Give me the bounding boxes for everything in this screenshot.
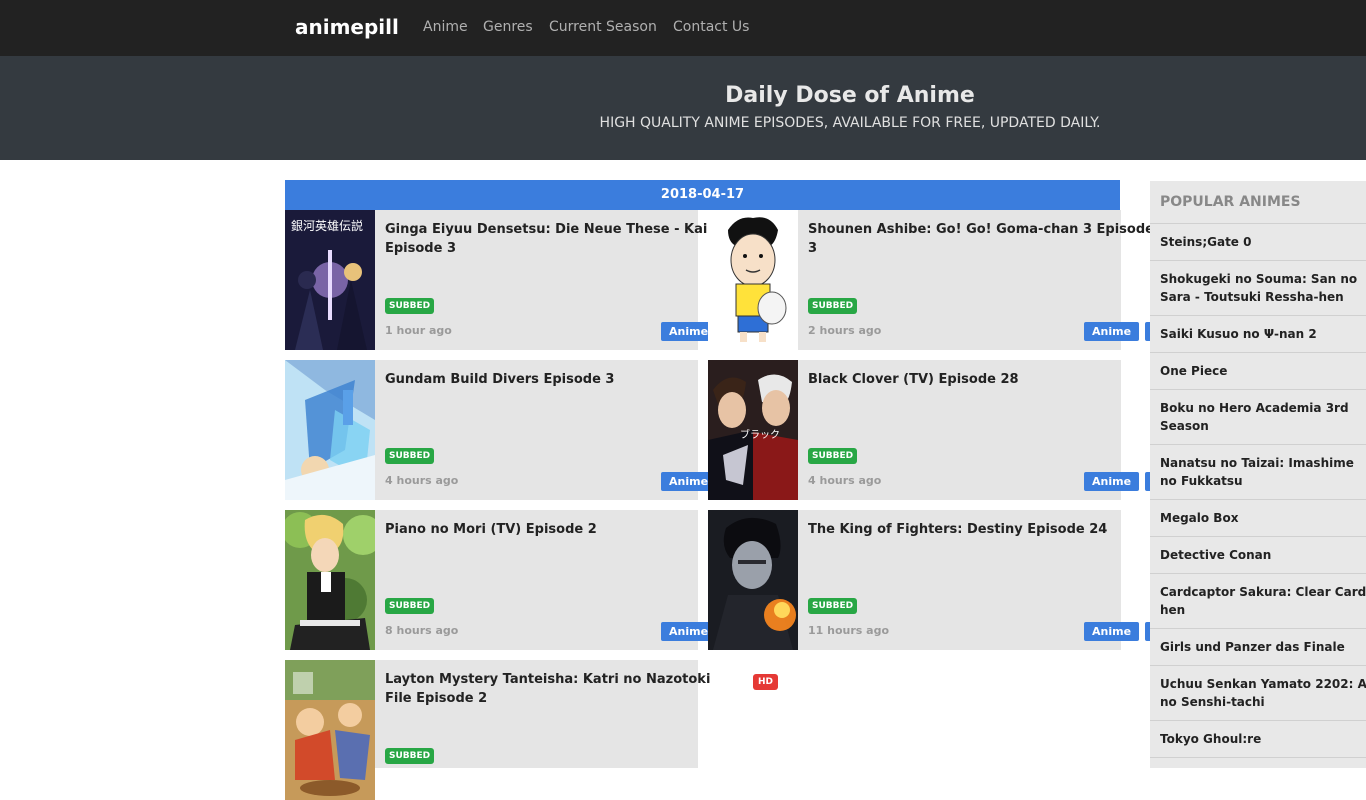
- sidebar-item-shokugeki[interactable]: Shokugeki no Souma: San no Sara - Toutsu…: [1150, 261, 1366, 316]
- sidebar-item-label[interactable]: Tokyo Ghoul:re: [1160, 732, 1261, 746]
- episode-card[interactable]: Shounen Ashibe: Go! Go! Goma-chan 3 Epis…: [708, 210, 1154, 350]
- episode-card[interactable]: Gundam Build Divers Episode 3 SUBBED 4 h…: [285, 360, 716, 500]
- episode-card[interactable]: 銀河英雄伝説 Ginga Eiyuu Densetsu: Die Neue Th…: [285, 210, 734, 350]
- nav-link-contact-us[interactable]: Contact Us: [673, 19, 749, 35]
- popular-animes-sidebar: POPULAR ANIMES Steins;Gate 0 Shokugeki n…: [1150, 181, 1366, 768]
- date-header: 2018-04-17: [285, 180, 1120, 210]
- subbed-badge: SUBBED: [385, 448, 435, 464]
- episode-title[interactable]: Piano no Mori (TV) Episode 2: [385, 520, 735, 539]
- sidebar-item-tokyo-ghoul[interactable]: Tokyo Ghoul:re: [1150, 721, 1366, 758]
- subbed-badge: SUBBED: [808, 598, 858, 614]
- sidebar-item-uchuu-senkan-yamato[interactable]: Uchuu Senkan Yamato 2202: Ai no Senshi-t…: [1150, 666, 1366, 721]
- sidebar-item-label[interactable]: Uchuu Senkan Yamato 2202: Ai no Senshi-t…: [1160, 675, 1366, 711]
- anime-tag-button[interactable]: Anime: [1084, 322, 1139, 341]
- episode-card[interactable]: The King of Fighters: Destiny Episode 24…: [708, 510, 1153, 650]
- sidebar-item-label[interactable]: Detective Conan: [1160, 548, 1271, 562]
- sidebar-item-label[interactable]: Cardcaptor Sakura: Clear Card-hen: [1160, 583, 1366, 619]
- sidebar-item-steins-gate-0[interactable]: Steins;Gate 0: [1150, 224, 1366, 261]
- sidebar-item-nanatsu-no-taizai[interactable]: Nanatsu no Taizai: Imashime no Fukkatsu: [1150, 445, 1366, 500]
- sidebar-item-saiki-kusuo[interactable]: Saiki Kusuo no Ψ-nan 2: [1150, 316, 1366, 353]
- sidebar-item-one-piece[interactable]: One Piece: [1150, 353, 1366, 390]
- episode-time: 4 hours ago: [385, 474, 459, 487]
- sidebar-item-cardcaptor-sakura[interactable]: Cardcaptor Sakura: Clear Card-hen: [1150, 574, 1366, 629]
- hero-subtitle: HIGH QUALITY ANIME EPISODES, AVAILABLE F…: [599, 115, 1101, 131]
- sidebar-heading: POPULAR ANIMES: [1150, 181, 1366, 224]
- hero-banner: Daily Dose of Anime HIGH QUALITY ANIME E…: [0, 56, 1366, 160]
- hero-title: Daily Dose of Anime: [725, 83, 975, 108]
- sidebar-item-girls-und-panzer[interactable]: Girls und Panzer das Finale: [1150, 629, 1366, 666]
- episode-time: 8 hours ago: [385, 624, 459, 637]
- episode-title[interactable]: Ginga Eiyuu Densetsu: Die Neue These - K…: [385, 220, 735, 258]
- episode-card[interactable]: Piano no Mori (TV) Episode 2 SUBBED 8 ho…: [285, 510, 716, 650]
- svg-text:銀河英雄伝説: 銀河英雄伝説: [291, 218, 363, 233]
- sidebar-item-label[interactable]: Girls und Panzer das Finale: [1160, 640, 1345, 654]
- thumbnail-image[interactable]: [708, 510, 798, 650]
- episode-title[interactable]: Layton Mystery Tanteisha: Katri no Nazot…: [385, 670, 735, 708]
- navbar: animepill Anime Genres Current Season Co…: [0, 0, 1366, 56]
- episode-title[interactable]: The King of Fighters: Destiny Episode 24: [808, 520, 1158, 539]
- episode-time: 11 hours ago: [808, 624, 890, 637]
- nav-link-current-season[interactable]: Current Season: [549, 19, 657, 35]
- hd-badge: HD: [753, 674, 779, 690]
- thumbnail-image[interactable]: ブラック: [708, 360, 798, 500]
- anime-tag-button[interactable]: Anime: [1084, 622, 1139, 641]
- thumbnail-image[interactable]: [285, 510, 375, 650]
- sidebar-item-boku-no-hero[interactable]: Boku no Hero Academia 3rd Season: [1150, 390, 1366, 445]
- thumbnail-image[interactable]: [285, 360, 375, 500]
- subbed-badge: SUBBED: [808, 298, 858, 314]
- thumbnail-image[interactable]: [285, 660, 375, 800]
- sidebar-item-label[interactable]: Steins;Gate 0: [1160, 235, 1251, 249]
- sidebar-item-label[interactable]: Shokugeki no Souma: San no Sara - Toutsu…: [1160, 270, 1366, 306]
- episode-time: 1 hour ago: [385, 324, 452, 337]
- episode-card[interactable]: Layton Mystery Tanteisha: Katri no Nazot…: [285, 660, 710, 800]
- thumbnail-image[interactable]: [708, 210, 798, 350]
- svg-text:ブラック: ブラック: [740, 428, 780, 441]
- brand-logo[interactable]: animepill: [295, 15, 399, 39]
- subbed-badge: SUBBED: [808, 448, 858, 464]
- episode-title[interactable]: Shounen Ashibe: Go! Go! Goma-chan 3 Epis…: [808, 220, 1158, 258]
- episode-title[interactable]: Gundam Build Divers Episode 3: [385, 370, 735, 389]
- sidebar-item-label[interactable]: One Piece: [1160, 364, 1227, 378]
- episode-card[interactable]: ブラック Black Clover (TV) Episode 28 SUBBED…: [708, 360, 1153, 500]
- subbed-badge: SUBBED: [385, 748, 435, 764]
- sidebar-item-megalo-box[interactable]: Megalo Box: [1150, 500, 1366, 537]
- subbed-badge: SUBBED: [385, 598, 435, 614]
- sidebar-item-detective-conan[interactable]: Detective Conan: [1150, 537, 1366, 574]
- episode-time: 4 hours ago: [808, 474, 882, 487]
- episode-time: 2 hours ago: [808, 324, 882, 337]
- episode-title[interactable]: Black Clover (TV) Episode 28: [808, 370, 1158, 389]
- subbed-badge: SUBBED: [385, 298, 435, 314]
- nav-link-anime[interactable]: Anime: [423, 19, 468, 35]
- sidebar-item-label[interactable]: Megalo Box: [1160, 511, 1238, 525]
- sidebar-item-label[interactable]: Saiki Kusuo no Ψ-nan 2: [1160, 327, 1317, 341]
- anime-tag-button[interactable]: Anime: [1084, 472, 1139, 491]
- thumbnail-image[interactable]: 銀河英雄伝説: [285, 210, 375, 350]
- sidebar-item-label[interactable]: Nanatsu no Taizai: Imashime no Fukkatsu: [1160, 454, 1366, 490]
- sidebar-item-label[interactable]: Boku no Hero Academia 3rd Season: [1160, 399, 1355, 435]
- nav-link-genres[interactable]: Genres: [483, 19, 533, 35]
